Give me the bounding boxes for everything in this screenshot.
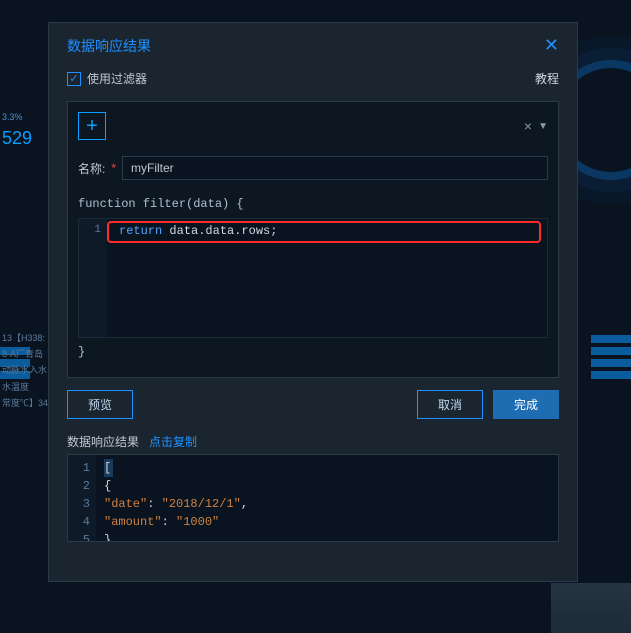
left-caption: 13【H338:8-A厂青岛动脉水入水水温度常度℃】34 (2, 330, 48, 411)
close-icon[interactable]: ✕ (544, 35, 559, 56)
cancel-button[interactable]: 取消 (417, 390, 483, 419)
result-label: 数据响应结果 (67, 433, 139, 450)
done-button[interactable]: 完成 (493, 390, 559, 419)
fn-close: } (78, 342, 548, 362)
required-mark: * (111, 161, 116, 175)
preview-button[interactable]: 预览 (67, 390, 133, 419)
left-stats: 3.3% 529 (2, 110, 32, 153)
result-code-viewer[interactable]: 123456 [ { "date": "2018/12/1", "amount"… (67, 454, 559, 542)
copy-link[interactable]: 点击复制 (149, 433, 197, 450)
remove-filter-icon[interactable]: × (524, 118, 532, 134)
filter-editor: + × ▼ 名称: * function filter(data) { 1 re… (67, 101, 559, 378)
result-gutter: 123456 (68, 455, 96, 541)
modal-title: 数据响应结果 (67, 36, 151, 56)
use-filter-label: 使用过滤器 (87, 70, 147, 87)
filter-name-input[interactable] (122, 156, 548, 180)
tutorial-link[interactable]: 教程 (535, 70, 559, 87)
line-gutter: 1 (79, 219, 107, 337)
fn-open: function filter(data) { (78, 194, 548, 214)
dropdown-icon[interactable]: ▼ (538, 121, 548, 132)
name-label: 名称: (78, 160, 105, 177)
code-editor[interactable]: function filter(data) { 1 return data.da… (78, 194, 548, 363)
use-filter-checkbox[interactable]: ✓ 使用过滤器 (67, 70, 147, 87)
result-content: [ { "date": "2018/12/1", "amount": "1000… (68, 455, 558, 542)
add-filter-button[interactable]: + (78, 112, 106, 140)
data-response-modal: 数据响应结果 ✕ ✓ 使用过滤器 教程 + × ▼ 名称: * function… (48, 22, 578, 582)
checkbox-icon: ✓ (67, 72, 81, 86)
